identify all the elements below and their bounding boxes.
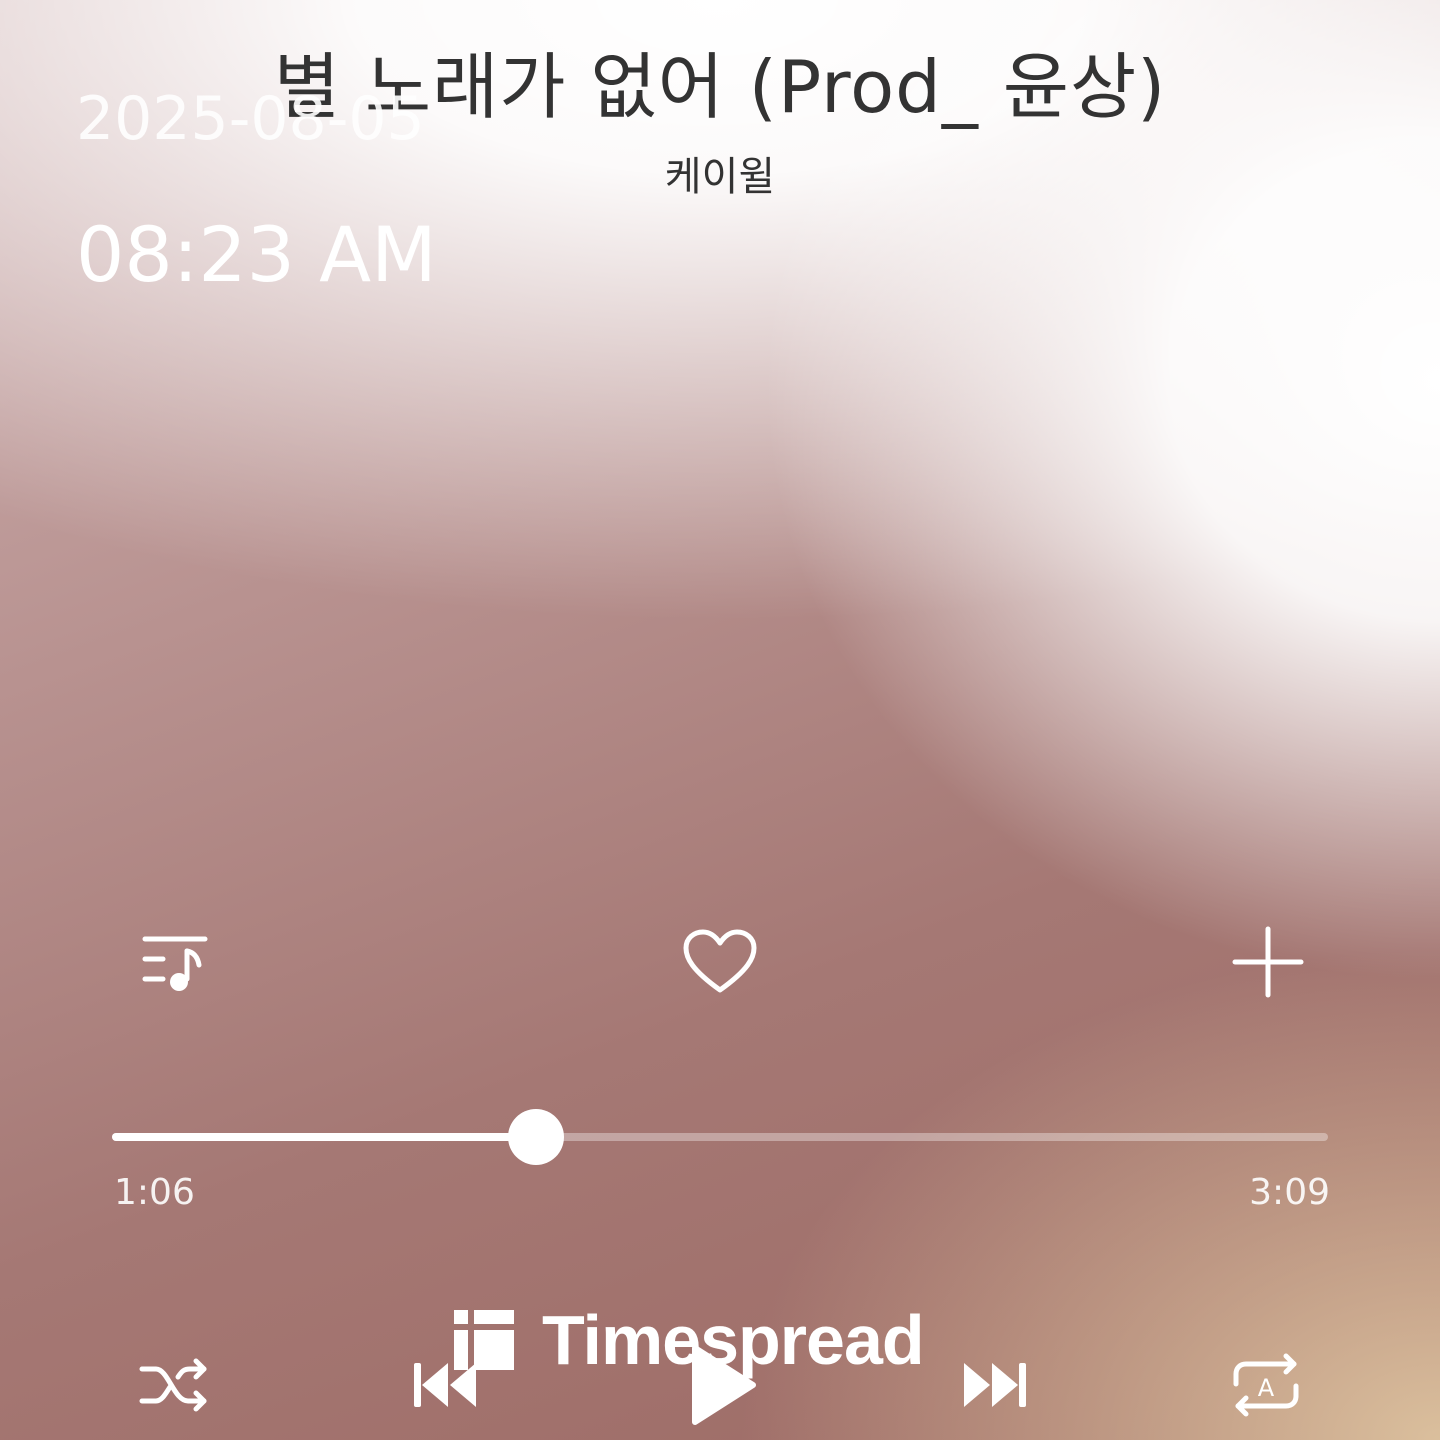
heart-outline-icon: [683, 929, 757, 993]
timespread-logo-icon: [454, 1310, 514, 1370]
repeat-auto-icon: A: [1233, 1353, 1299, 1417]
total-time: 3:09: [1249, 1172, 1330, 1213]
repeat-button[interactable]: A: [1226, 1350, 1306, 1420]
shuffle-icon: [139, 1358, 207, 1412]
progress-fill: [112, 1133, 537, 1141]
next-button[interactable]: [956, 1350, 1036, 1420]
plus-icon: [1232, 926, 1304, 998]
timespread-watermark: Timespread: [452, 1300, 925, 1380]
timestamp-time: 08:23 AM: [76, 210, 437, 299]
like-button[interactable]: [680, 922, 760, 1002]
svg-text:A: A: [1258, 1374, 1275, 1402]
watermark-text: Timespread: [542, 1301, 925, 1379]
lyrics-playlist-button[interactable]: [128, 922, 218, 1002]
shuffle-button[interactable]: [136, 1350, 216, 1420]
progress-bar[interactable]: [112, 1109, 1328, 1165]
skip-next-icon: [964, 1363, 1026, 1407]
add-to-playlist-button[interactable]: [1228, 922, 1308, 1002]
current-time: 1:06: [114, 1172, 195, 1213]
timestamp-date: 2025-08-05: [76, 84, 425, 154]
progress-thumb[interactable]: [508, 1109, 565, 1165]
playlist-music-icon: [142, 936, 208, 991]
